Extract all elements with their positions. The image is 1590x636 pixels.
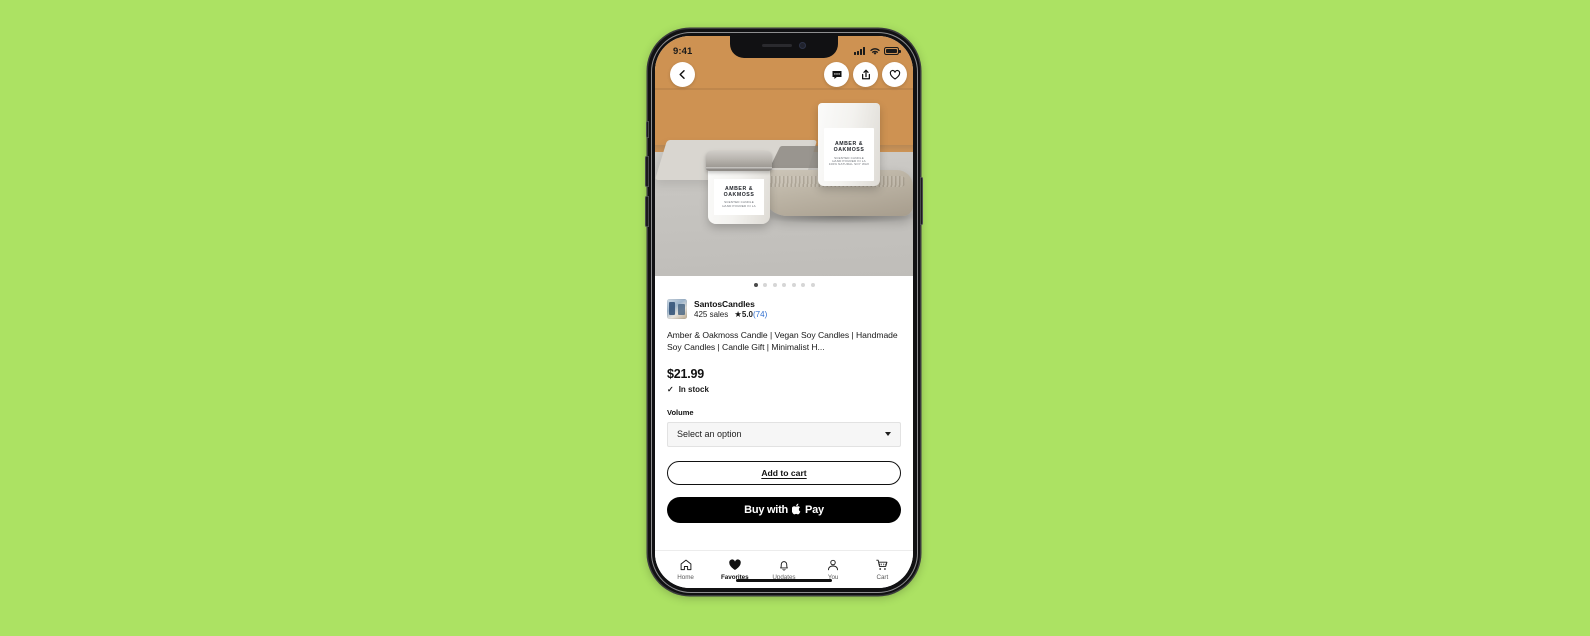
volume-select-value: Select an option bbox=[677, 429, 742, 440]
phone-device-frame: 9:41 AMBER & OAKMOSS SCENTED CANDLE HAND… bbox=[645, 29, 923, 595]
volume-up-button[interactable] bbox=[645, 156, 649, 187]
product-candle-tall: AMBER & OAKMOSS SCENTED CANDLE HAND POURE… bbox=[818, 103, 880, 186]
heart-filled-icon bbox=[729, 559, 741, 570]
candle-label-line2: OAKMOSS bbox=[723, 191, 755, 198]
carousel-dots[interactable] bbox=[655, 276, 913, 294]
shop-rating[interactable]: ★5.0(74) bbox=[734, 310, 767, 319]
candle-label-line2: OAKMOSS bbox=[833, 147, 865, 154]
heart-outline-icon bbox=[889, 69, 900, 80]
power-button[interactable] bbox=[919, 177, 923, 225]
shop-avatar[interactable] bbox=[667, 299, 687, 319]
share-button[interactable] bbox=[853, 62, 878, 87]
candle-metal-lid bbox=[706, 151, 772, 171]
product-title: Amber & Oakmoss Candle | Vegan Soy Candl… bbox=[667, 330, 898, 353]
tab-cart[interactable]: Cart bbox=[860, 558, 904, 582]
volume-label: Volume bbox=[667, 407, 694, 417]
review-count[interactable]: (74) bbox=[753, 310, 767, 319]
candle-label: AMBER & OAKMOSS SCENTED CANDLE HAND POURE… bbox=[823, 127, 875, 182]
product-price: $21.99 bbox=[667, 366, 705, 381]
apple-pay-prefix: Buy with bbox=[744, 503, 788, 516]
carousel-dot[interactable] bbox=[753, 283, 758, 287]
favorite-button[interactable] bbox=[882, 62, 907, 87]
add-to-cart-button[interactable]: Add to cart bbox=[667, 460, 901, 485]
buy-with-apple-pay-button[interactable]: Buy with Pay bbox=[667, 496, 901, 523]
shop-name[interactable]: SantosCandles bbox=[694, 299, 767, 309]
chevron-down-icon bbox=[885, 432, 891, 437]
volume-select[interactable]: Select an option bbox=[667, 421, 901, 447]
tab-home-label: Home bbox=[677, 574, 694, 582]
home-indicator[interactable] bbox=[736, 578, 832, 582]
carousel-dot[interactable] bbox=[763, 283, 767, 287]
cart-icon bbox=[876, 559, 888, 570]
carousel-dot[interactable] bbox=[791, 283, 796, 287]
shop-meta: SantosCandles 425 sales ★5.0(74) bbox=[694, 299, 767, 319]
candle-label-sub: SCENTED CANDLE HAND POURED IN LA 100% NATU… bbox=[828, 155, 870, 167]
person-icon bbox=[828, 559, 839, 570]
bottom-tab-bar: Home Favorites Updates bbox=[655, 550, 913, 588]
chevron-left-icon bbox=[679, 70, 685, 79]
carousel-dot[interactable] bbox=[782, 283, 786, 287]
back-button[interactable] bbox=[670, 62, 695, 87]
candle-label-sub: SCENTED CANDLE HAND POURED IN LA bbox=[722, 200, 756, 208]
home-icon bbox=[680, 559, 691, 570]
rating-value: 5.0 bbox=[741, 310, 753, 319]
share-icon bbox=[861, 69, 870, 79]
silent-switch-button[interactable] bbox=[645, 121, 649, 138]
add-to-cart-label: Add to cart bbox=[761, 467, 807, 478]
front-camera-icon bbox=[799, 42, 806, 49]
shop-stats: 425 sales ★5.0(74) bbox=[694, 310, 767, 319]
bell-icon bbox=[780, 560, 788, 571]
message-seller-button[interactable] bbox=[824, 62, 849, 87]
stock-status-row: ✓ In stock bbox=[667, 385, 901, 394]
cellular-signal-icon bbox=[854, 47, 865, 55]
tab-home[interactable]: Home bbox=[664, 558, 708, 582]
shop-row[interactable]: SantosCandles 425 sales ★5.0(74) bbox=[667, 299, 901, 319]
device-notch bbox=[730, 36, 838, 58]
product-details-panel: SantosCandles 425 sales ★5.0(74) Amber &… bbox=[655, 294, 913, 550]
carousel-dot[interactable] bbox=[772, 283, 777, 287]
wifi-icon bbox=[869, 47, 880, 55]
phone-screen: 9:41 AMBER & OAKMOSS SCENTED CANDLE HAND… bbox=[655, 36, 913, 588]
star-icon: ★ bbox=[734, 309, 742, 319]
apple-pay-suffix: Pay bbox=[805, 503, 824, 516]
carousel-dot[interactable] bbox=[810, 283, 815, 287]
stock-status-label: In stock bbox=[678, 384, 709, 394]
earpiece-speaker-icon bbox=[762, 43, 792, 48]
candle-label: AMBER & OAKMOSS SCENTED CANDLE HAND POURE… bbox=[713, 179, 765, 216]
apple-logo-icon bbox=[792, 503, 802, 515]
tab-cart-label: Cart bbox=[876, 574, 889, 582]
product-candle-jar: AMBER & OAKMOSS SCENTED CANDLE HAND POURE… bbox=[706, 151, 772, 224]
volume-down-button[interactable] bbox=[645, 196, 649, 227]
shop-sales-count: 425 sales bbox=[694, 310, 729, 319]
check-icon: ✓ bbox=[667, 384, 674, 394]
carousel-dot[interactable] bbox=[801, 283, 805, 287]
product-image-carousel[interactable]: AMBER & OAKMOSS SCENTED CANDLE HAND POURE… bbox=[655, 36, 913, 276]
status-bar-time: 9:41 bbox=[673, 45, 693, 57]
battery-icon bbox=[884, 47, 901, 55]
message-bubble-icon bbox=[832, 70, 841, 79]
